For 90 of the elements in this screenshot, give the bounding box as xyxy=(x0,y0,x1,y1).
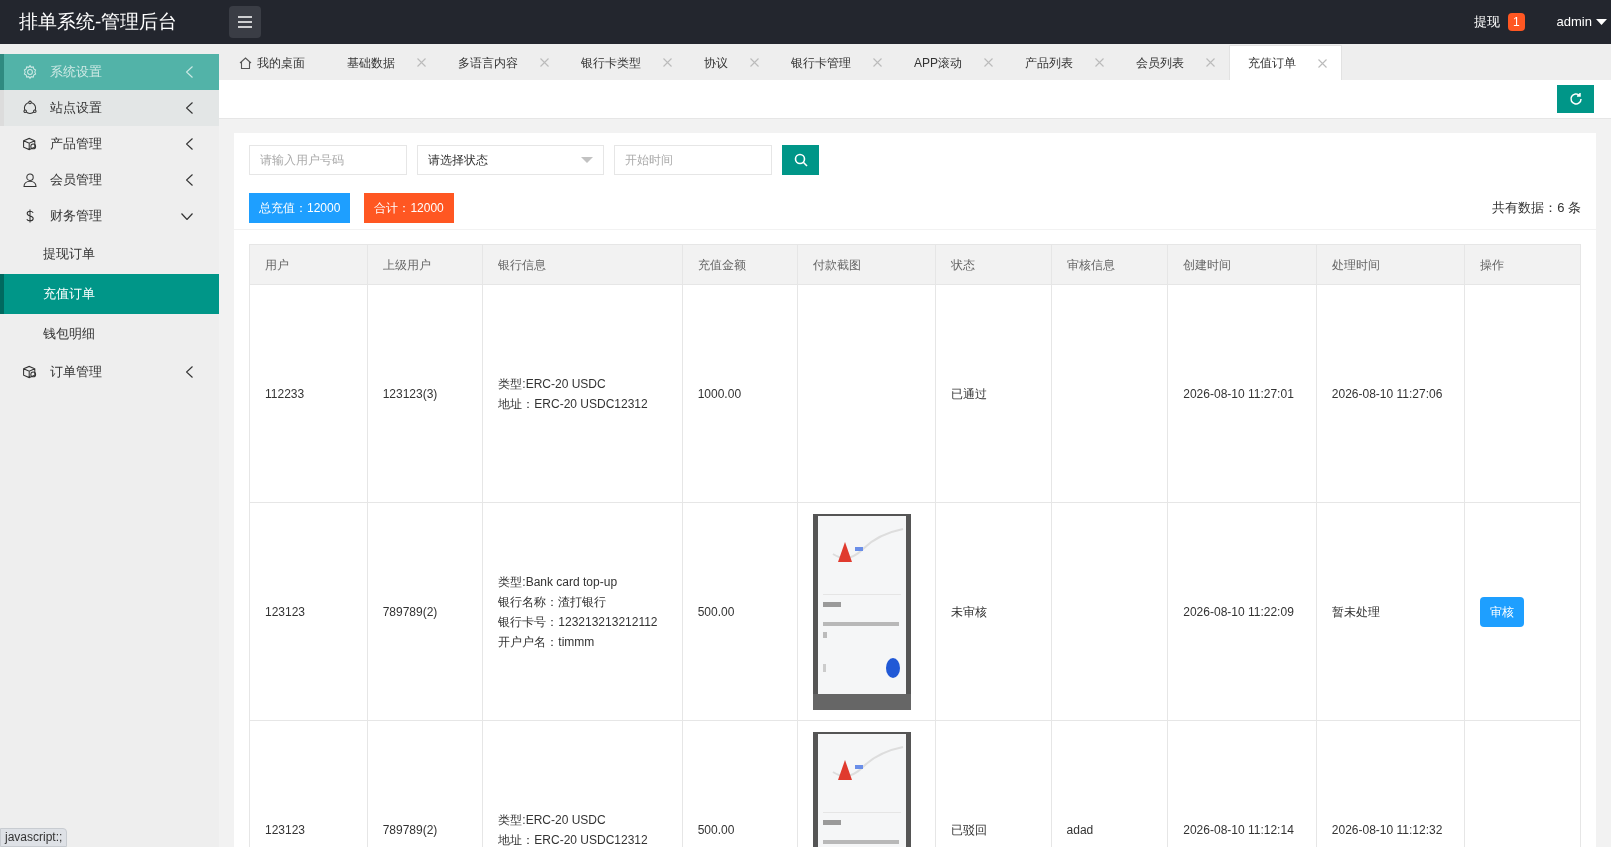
table-cell-text: 2026-08-10 11:27:06 xyxy=(1331,385,1443,403)
bank-info: 类型:ERC-20 USDC 地址：ERC-20 USDC12312 xyxy=(498,375,648,413)
table-cell-text: 2026-08-10 11:22:09 xyxy=(1183,603,1294,621)
table-cell-text: 123123 xyxy=(265,603,306,621)
close-icon[interactable] xyxy=(873,58,882,67)
user-menu[interactable]: admin xyxy=(1556,12,1607,32)
sidebar-item[interactable]: 产品管理 xyxy=(0,126,219,162)
user-icon xyxy=(22,172,38,188)
sidebar-item[interactable]: 站点设置 xyxy=(0,90,219,126)
menu-icon xyxy=(238,16,252,28)
box-icon xyxy=(22,136,38,152)
gear-icon xyxy=(22,64,38,80)
search-icon xyxy=(793,153,808,167)
close-icon[interactable] xyxy=(1095,58,1104,67)
table-cell-text: 已驳回 xyxy=(950,821,987,839)
table-cell-text: 未审核 xyxy=(950,603,987,621)
search-button[interactable] xyxy=(782,145,819,175)
sidebar-subitem[interactable]: 提现订单 xyxy=(0,234,219,274)
close-icon[interactable] xyxy=(663,58,672,67)
table-cell-text: 789789(2) xyxy=(382,821,438,839)
sidebar-item[interactable]: 会员管理 xyxy=(0,162,219,198)
table-cell-text: 已通过 xyxy=(950,385,987,403)
chevron-left-icon xyxy=(186,66,193,78)
sidebar-item[interactable]: 财务管理 xyxy=(0,198,219,234)
user-input[interactable]: 请输入用户号码 xyxy=(249,145,407,175)
box-icon xyxy=(22,364,38,380)
close-icon[interactable] xyxy=(540,58,549,67)
home-icon xyxy=(239,56,252,69)
tab[interactable]: 银行卡类型 xyxy=(563,45,686,80)
tab[interactable]: 多语言内容 xyxy=(440,45,563,80)
withdraw-link[interactable]: 提现 1 xyxy=(1473,12,1525,32)
table-cell-text: 123123 xyxy=(265,821,306,839)
column-header: 处理时间 xyxy=(1315,245,1465,284)
tab[interactable]: 会员列表 xyxy=(1118,45,1229,80)
column-header: 银行信息 xyxy=(482,245,682,284)
chevron-down-icon xyxy=(181,212,193,220)
column-header: 状态 xyxy=(934,245,1051,284)
table-cell-text: 500.00 xyxy=(697,821,735,839)
column-header: 审核信息 xyxy=(1050,245,1168,284)
tab[interactable]: 银行卡管理 xyxy=(773,45,896,80)
column-header: 创建时间 xyxy=(1167,245,1316,284)
tab[interactable]: 产品列表 xyxy=(1007,45,1118,80)
column-header: 充值金额 xyxy=(681,245,798,284)
table-cell-text: 500.00 xyxy=(697,603,735,621)
column-header: 操作 xyxy=(1464,245,1581,284)
refresh-button[interactable] xyxy=(1557,85,1594,113)
table-cell-text: 2026-08-10 11:27:01 xyxy=(1183,385,1294,403)
close-icon[interactable] xyxy=(1318,58,1327,68)
app-title: 排单系统-管理后台 xyxy=(19,9,179,34)
table-cell-text: 1000.00 xyxy=(697,385,742,403)
tab[interactable]: 充值订单 xyxy=(1229,45,1342,80)
total-badge: 合计：12000 xyxy=(364,192,454,223)
caret-icon xyxy=(581,156,593,164)
network-icon xyxy=(22,100,38,116)
tab[interactable]: APP滚动 xyxy=(896,45,1007,80)
table-cell-text: 暂未处理 xyxy=(1331,603,1380,621)
chevron-left-icon xyxy=(186,366,193,378)
total-badge: 总充值：12000 xyxy=(249,192,351,223)
chevron-left-icon xyxy=(186,138,193,150)
tab[interactable]: 基础数据 xyxy=(329,45,440,80)
table-cell-text: 789789(2) xyxy=(382,603,438,621)
table-cell-text: 112233 xyxy=(265,385,305,403)
tab[interactable]: 我的桌面 xyxy=(221,45,329,80)
bank-info: 类型:Bank card top-up 银行名称：渣打银行 银行卡号：123213213212112 开户户名：timmm xyxy=(498,573,658,651)
chevron-left-icon xyxy=(186,102,193,114)
column-header: 用户 xyxy=(264,256,290,274)
start-time-input[interactable]: 开始时间 xyxy=(614,145,772,175)
close-icon[interactable] xyxy=(750,58,759,67)
sidebar-subitem[interactable]: 充值订单 xyxy=(0,274,219,314)
column-header: 上级用户 xyxy=(366,245,483,284)
table-cell-text: adad xyxy=(1066,821,1094,839)
menu-button[interactable] xyxy=(229,6,261,38)
table-cell-text: 2026-08-10 11:12:14 xyxy=(1183,821,1294,839)
refresh-icon xyxy=(1568,92,1583,106)
column-header: 付款截图 xyxy=(797,245,935,284)
close-icon[interactable] xyxy=(417,58,426,67)
record-count: 共有数据：6 条 xyxy=(1492,198,1581,217)
count-badge: 1 xyxy=(1507,13,1525,31)
status-bar: javascript:; xyxy=(0,828,68,847)
close-icon[interactable] xyxy=(1206,58,1215,67)
tab[interactable]: 协议 xyxy=(686,45,773,80)
table-cell-text: 123123(3) xyxy=(382,385,438,403)
chevron-left-icon xyxy=(186,174,193,186)
sidebar-item[interactable]: 订单管理 xyxy=(0,354,219,390)
caret-icon xyxy=(1596,18,1607,26)
bank-info: 类型:ERC-20 USDC 地址：ERC-20 USDC12312 xyxy=(498,811,648,847)
close-icon[interactable] xyxy=(984,58,993,67)
status-select[interactable]: 请选择状态 xyxy=(417,145,604,175)
sidebar-subitem[interactable]: 钱包明细 xyxy=(0,314,219,354)
table-cell-text: 2026-08-10 11:12:32 xyxy=(1331,821,1443,839)
